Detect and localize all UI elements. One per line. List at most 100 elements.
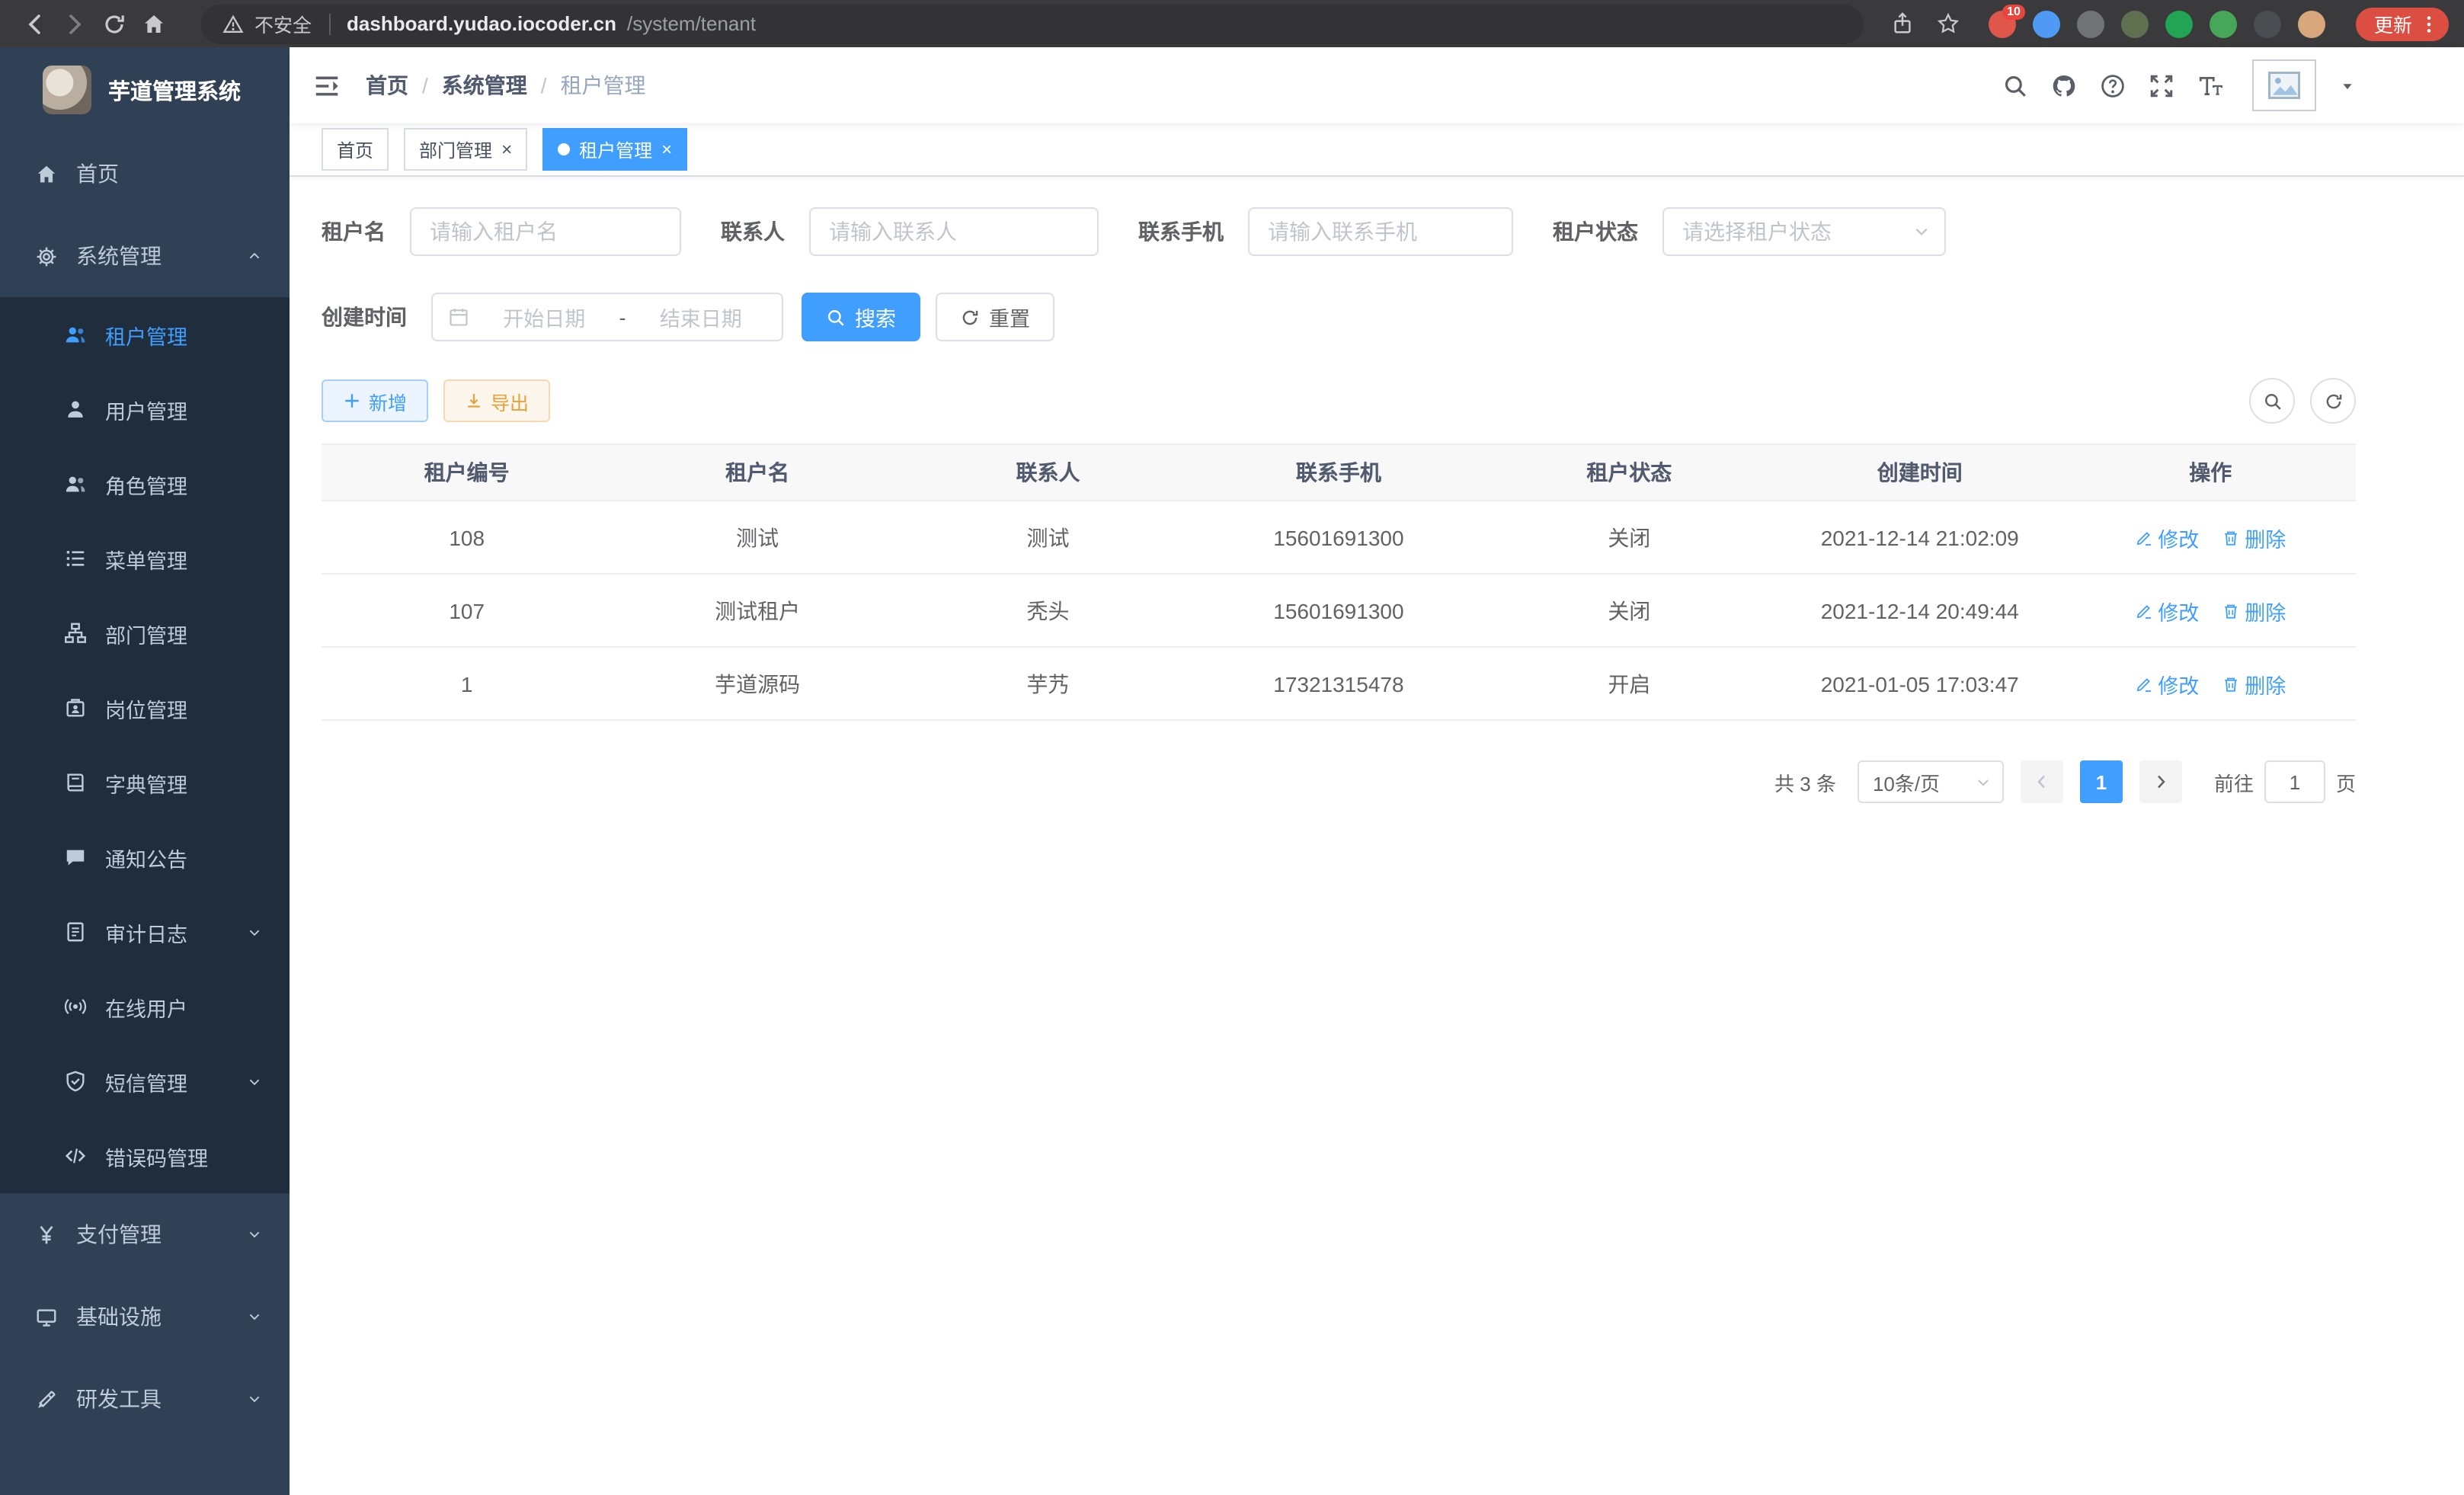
page-size-select[interactable]: 10条/页 <box>1858 760 2004 803</box>
sidebar-item-10[interactable]: 通知公告 <box>0 820 290 895</box>
breadcrumb-separator: / <box>422 73 428 98</box>
close-icon[interactable]: × <box>661 140 672 158</box>
toggle-search-button[interactable] <box>2249 378 2295 424</box>
table-toolbar: 新增 导出 <box>322 378 2356 424</box>
font-size-icon[interactable] <box>2197 72 2223 98</box>
forward-icon[interactable] <box>55 4 94 43</box>
end-date-placeholder: 结束日期 <box>635 302 767 332</box>
chevron-down-icon <box>247 1309 262 1324</box>
sidebar-item-5[interactable]: 角色管理 <box>0 447 290 521</box>
extension-icon-7[interactable] <box>2254 10 2281 37</box>
sidebar-item-17[interactable]: 研发工具 <box>0 1358 290 1440</box>
help-icon[interactable] <box>2100 72 2126 98</box>
reload-icon[interactable] <box>94 4 134 43</box>
sidebar-item-9[interactable]: 字典管理 <box>0 745 290 820</box>
sidebar-item-15[interactable]: 支付管理 <box>0 1193 290 1276</box>
extension-icon-8[interactable] <box>2298 10 2325 37</box>
tenant-name-input[interactable] <box>410 207 681 256</box>
update-button[interactable]: 更新 <box>2356 7 2449 40</box>
sidebar-item-1[interactable]: 首页 <box>0 133 290 215</box>
cell-mobile: 15601691300 <box>1193 574 1483 647</box>
export-button[interactable]: 导出 <box>443 379 550 422</box>
chevron-down-icon <box>247 924 262 940</box>
extension-icon-1[interactable]: 10 <box>1989 10 2016 37</box>
github-icon[interactable] <box>2051 72 2077 98</box>
edit-link[interactable]: 修改 <box>2135 595 2199 626</box>
tag-1[interactable]: 首页 <box>322 128 389 171</box>
sidebar-item-14[interactable]: 错误码管理 <box>0 1119 290 1193</box>
mobile-input[interactable] <box>1248 207 1513 256</box>
prev-page-button[interactable] <box>2021 760 2063 803</box>
contact-label: 联系人 <box>721 216 785 247</box>
breadcrumb: 首页 / 系统管理 / 租户管理 <box>366 70 646 101</box>
avatar-caret-icon[interactable] <box>2339 77 2356 94</box>
chevron-up-icon <box>247 248 262 264</box>
search-icon[interactable] <box>2002 72 2028 98</box>
delete-link[interactable]: 删除 <box>2222 522 2286 552</box>
filter-form-row-2: 创建时间 开始日期 - 结束日期 搜索 重置 <box>322 293 2356 341</box>
sidebar-item-7[interactable]: 部门管理 <box>0 596 290 671</box>
extension-icon-4[interactable] <box>2121 10 2149 37</box>
sidebar-item-13[interactable]: 短信管理 <box>0 1044 290 1119</box>
sidebar-toggle-icon[interactable] <box>312 71 341 100</box>
cell-tenant-id: 108 <box>322 501 612 574</box>
code-icon <box>64 1144 87 1167</box>
sidebar-item-11[interactable]: 审计日志 <box>0 895 290 969</box>
sidebar-item-label: 角色管理 <box>105 469 262 499</box>
sidebar-item-8[interactable]: 岗位管理 <box>0 671 290 745</box>
status-label: 租户状态 <box>1553 216 1638 247</box>
sidebar-item-4[interactable]: 用户管理 <box>0 372 290 447</box>
browser-home-icon[interactable] <box>134 4 174 43</box>
sidebar-menu: 首页系统管理租户管理用户管理角色管理菜单管理部门管理岗位管理字典管理通知公告审计… <box>0 133 290 1495</box>
fullscreen-icon[interactable] <box>2149 72 2174 98</box>
infra-icon <box>35 1305 58 1328</box>
book-icon <box>64 771 87 794</box>
close-icon[interactable]: × <box>501 140 512 158</box>
search-button-label: 搜索 <box>855 302 896 332</box>
add-button[interactable]: 新增 <box>322 379 428 422</box>
page-1-button[interactable]: 1 <box>2080 760 2123 803</box>
plus-icon <box>343 392 361 410</box>
extension-icon-2[interactable] <box>2033 10 2060 37</box>
sidebar-item-12[interactable]: 在线用户 <box>0 969 290 1044</box>
avatar[interactable] <box>2252 59 2316 111</box>
logo[interactable]: 芋道管理系统 <box>0 47 290 133</box>
tag-3[interactable]: 租户管理× <box>542 128 687 171</box>
extension-icon-3[interactable] <box>2077 10 2104 37</box>
delete-link[interactable]: 删除 <box>2222 668 2286 699</box>
browser-actions: 10 更新 <box>1885 5 2449 42</box>
breadcrumb-item-2[interactable]: 系统管理 <box>442 70 527 101</box>
security-warning-icon[interactable] <box>222 13 244 34</box>
next-page-button[interactable] <box>2139 760 2182 803</box>
sidebar-item-2[interactable]: 系统管理 <box>0 215 290 297</box>
security-label[interactable]: 不安全 <box>254 9 312 38</box>
date-range-picker[interactable]: 开始日期 - 结束日期 <box>431 293 783 341</box>
extension-icon-5[interactable] <box>2165 10 2193 37</box>
share-icon[interactable] <box>1885 5 1922 42</box>
main-panel: 首页/系统管理/租户管理 首页部门管理×租户管理× 租户名 <box>290 47 2464 1495</box>
sidebar-item-3[interactable]: 租户管理 <box>0 297 290 372</box>
search-button[interactable]: 搜索 <box>802 293 920 341</box>
status-select[interactable]: 请选择租户状态 <box>1662 207 1946 256</box>
tag-2[interactable]: 部门管理× <box>404 128 527 171</box>
edit-link[interactable]: 修改 <box>2135 668 2199 699</box>
breadcrumb-separator: / <box>541 73 547 98</box>
breadcrumb-item-1[interactable]: 首页 <box>366 70 408 101</box>
filter-tenant-name: 租户名 <box>322 207 681 256</box>
delete-link[interactable]: 删除 <box>2222 595 2286 626</box>
browser-menu-icon[interactable] <box>2418 13 2440 34</box>
sidebar-item-6[interactable]: 菜单管理 <box>0 521 290 596</box>
tags-view: 首页部门管理× 租户管理× <box>290 123 2464 177</box>
reset-button[interactable]: 重置 <box>936 293 1054 341</box>
refresh-table-button[interactable] <box>2310 378 2356 424</box>
address-bar[interactable]: 不安全 dashboard.yudao.iocoder.cn/system/te… <box>201 4 1864 43</box>
edit-link[interactable]: 修改 <box>2135 522 2199 552</box>
extension-icon-6[interactable] <box>2210 10 2237 37</box>
bookmark-star-icon[interactable] <box>1931 5 1967 42</box>
breadcrumb-item-3: 租户管理 <box>561 70 646 101</box>
back-icon[interactable] <box>15 4 55 43</box>
header-actions <box>2002 59 2356 111</box>
goto-page-input[interactable] <box>2264 760 2325 803</box>
sidebar-item-16[interactable]: 基础设施 <box>0 1276 290 1358</box>
contact-input[interactable] <box>809 207 1099 256</box>
